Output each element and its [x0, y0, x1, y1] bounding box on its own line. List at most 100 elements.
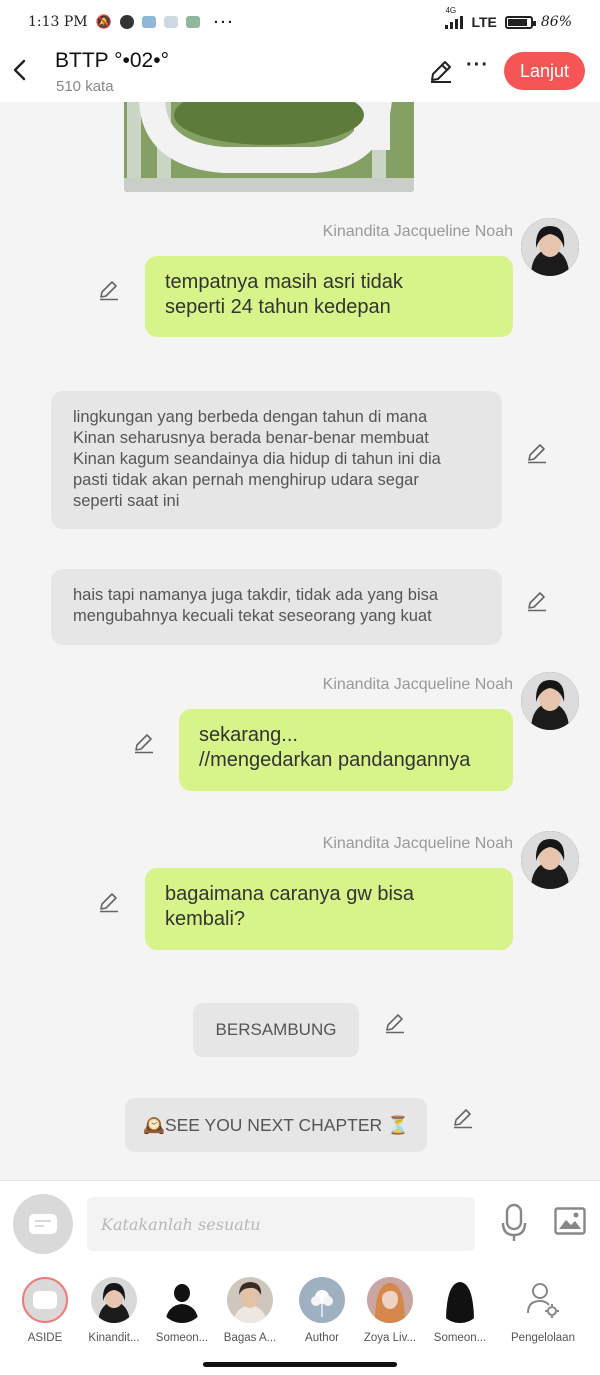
message-line: //mengedarkan pandangannya — [199, 749, 471, 771]
pencil-icon — [100, 893, 118, 913]
character-item[interactable]: Zoya Liv... — [358, 1277, 422, 1344]
image-icon — [554, 1207, 586, 1235]
chevron-left-icon — [13, 59, 26, 81]
message-line: seperti 24 tahun kedepan — [165, 296, 391, 318]
manage-characters-button[interactable]: Pengelolaan — [508, 1277, 578, 1344]
user-settings-icon — [520, 1277, 566, 1323]
narration-bubble[interactable]: hais tapi namanya juga takdir, tidak ada… — [51, 569, 502, 645]
more-notifications-icon: ··· — [213, 13, 235, 31]
message-input[interactable] — [87, 1197, 475, 1251]
status-bar: 1:13 PM 🔕 ··· 4G LTE 86% — [0, 0, 600, 44]
microphone-icon — [501, 1203, 527, 1241]
status-time: 1:13 PM — [28, 14, 88, 30]
pencil-icon — [528, 592, 546, 612]
avatar — [520, 1277, 566, 1323]
home-indicator[interactable] — [203, 1362, 397, 1367]
narration-bubble[interactable]: lingkungan yang berbeda dengan tahun di … — [51, 391, 502, 529]
character-item[interactable]: Bagas A... — [218, 1277, 282, 1344]
edit-button[interactable] — [428, 58, 456, 86]
message-line: bagaimana caranya gw bisa — [165, 883, 415, 905]
sender-name: Kinandita Jacqueline Noah — [322, 835, 513, 852]
chat-bubble[interactable]: sekarang... //mengedarkan pandangannya — [179, 709, 513, 791]
story-image[interactable] — [124, 102, 414, 192]
character-bar: ASIDE Kinandit... Someon... Bagas A... A… — [0, 1268, 600, 1375]
pencil-icon — [454, 1109, 472, 1129]
edit-message-button[interactable] — [98, 891, 120, 913]
next-button[interactable]: Lanjut — [504, 52, 585, 90]
character-name: Bagas A... — [223, 1332, 277, 1344]
avatar — [91, 1277, 137, 1323]
avatar — [367, 1277, 413, 1323]
edit-message-button[interactable] — [526, 442, 548, 464]
edit-message-button[interactable] — [452, 1107, 474, 1129]
app-notification-icon — [185, 16, 200, 28]
avatar — [159, 1277, 205, 1323]
top-app-bar: BTTP °•02•° 510 kata ··· Lanjut — [0, 44, 600, 102]
chat-bubble[interactable]: bagaimana caranya gw bisa kembali? — [145, 868, 513, 950]
battery-icon — [504, 15, 536, 29]
narration-line: Kinan kagum seandainya dia hidup di tahu… — [73, 450, 441, 468]
pencil-icon — [528, 444, 546, 464]
aside-icon — [29, 1214, 57, 1234]
avatar[interactable] — [521, 672, 579, 730]
voice-button[interactable] — [500, 1203, 528, 1243]
message-line: sekarang... — [199, 724, 298, 746]
avatar — [299, 1277, 345, 1323]
message-line: kembali? — [165, 908, 246, 930]
avatar — [227, 1277, 273, 1323]
narration-line: lingkungan yang berbeda dengan tahun di … — [73, 408, 428, 426]
avatar[interactable] — [521, 831, 579, 889]
aside-avatar — [22, 1277, 68, 1323]
character-name: Author — [305, 1332, 339, 1344]
character-item[interactable]: Someon... — [428, 1277, 492, 1344]
narration-line: Kinan seharusnya berada benar-benar memb… — [73, 429, 429, 447]
more-options-button[interactable]: ··· — [466, 54, 489, 77]
narration-line: seperti saat ini — [73, 492, 180, 510]
app-notification-icon — [141, 16, 156, 28]
pencil-icon — [431, 61, 451, 83]
narration-line: hais tapi namanya juga takdir, tidak ada… — [73, 586, 439, 604]
pencil-icon — [135, 734, 153, 754]
signal-icon — [445, 15, 464, 29]
character-name: ASIDE — [27, 1332, 63, 1344]
message-line: tempatnya masih asri tidak — [165, 271, 403, 293]
character-name: Zoya Liv... — [363, 1332, 417, 1344]
edit-message-button[interactable] — [384, 1012, 406, 1034]
character-item[interactable]: Author — [290, 1277, 354, 1344]
character-item[interactable]: Someon... — [150, 1277, 214, 1344]
narration-line: mengubahnya kecuali tekat seseorang yang… — [73, 607, 432, 625]
sender-name: Kinandita Jacqueline Noah — [322, 223, 513, 240]
edit-message-button[interactable] — [526, 590, 548, 612]
network-type: LTE — [471, 14, 497, 30]
character-name: Kinandit... — [88, 1332, 140, 1344]
pencil-icon — [100, 281, 118, 301]
word-count: 510 kata — [56, 78, 114, 95]
chat-area[interactable]: Kinandita Jacqueline Noah tempatnya masi… — [0, 102, 600, 1180]
message-composer — [0, 1180, 600, 1268]
battery-percent: 86% — [540, 14, 572, 30]
avatar[interactable] — [521, 218, 579, 276]
alarm-icon — [119, 15, 134, 29]
aside-toggle-button[interactable] — [13, 1194, 73, 1254]
character-name: Someon... — [155, 1332, 209, 1344]
back-button[interactable] — [12, 56, 34, 82]
character-name: Pengelolaan — [511, 1332, 575, 1344]
avatar — [437, 1277, 483, 1323]
network-small-label: 4G — [445, 6, 457, 15]
edit-message-button[interactable] — [98, 279, 120, 301]
pencil-icon — [386, 1014, 404, 1034]
sender-name: Kinandita Jacqueline Noah — [322, 676, 513, 693]
character-name: Someon... — [433, 1332, 487, 1344]
mute-icon: 🔕 — [95, 14, 112, 29]
edit-message-button[interactable] — [133, 732, 155, 754]
character-item[interactable]: Kinandit... — [82, 1277, 146, 1344]
notification-icons: 🔕 ··· — [96, 14, 235, 31]
insert-image-button[interactable] — [554, 1207, 586, 1235]
center-bubble[interactable]: 🕰️SEE YOU NEXT CHAPTER ⏳ — [125, 1098, 427, 1152]
center-bubble[interactable]: BERSAMBUNG — [193, 1003, 359, 1057]
garden-image-icon — [124, 102, 414, 192]
story-title: BTTP °•02•° — [55, 49, 169, 72]
chat-bubble[interactable]: tempatnya masih asri tidak seperti 24 ta… — [145, 256, 513, 337]
character-aside[interactable]: ASIDE — [13, 1277, 77, 1344]
narration-line: pasti tidak akan pernah menghirup udara … — [73, 471, 419, 489]
